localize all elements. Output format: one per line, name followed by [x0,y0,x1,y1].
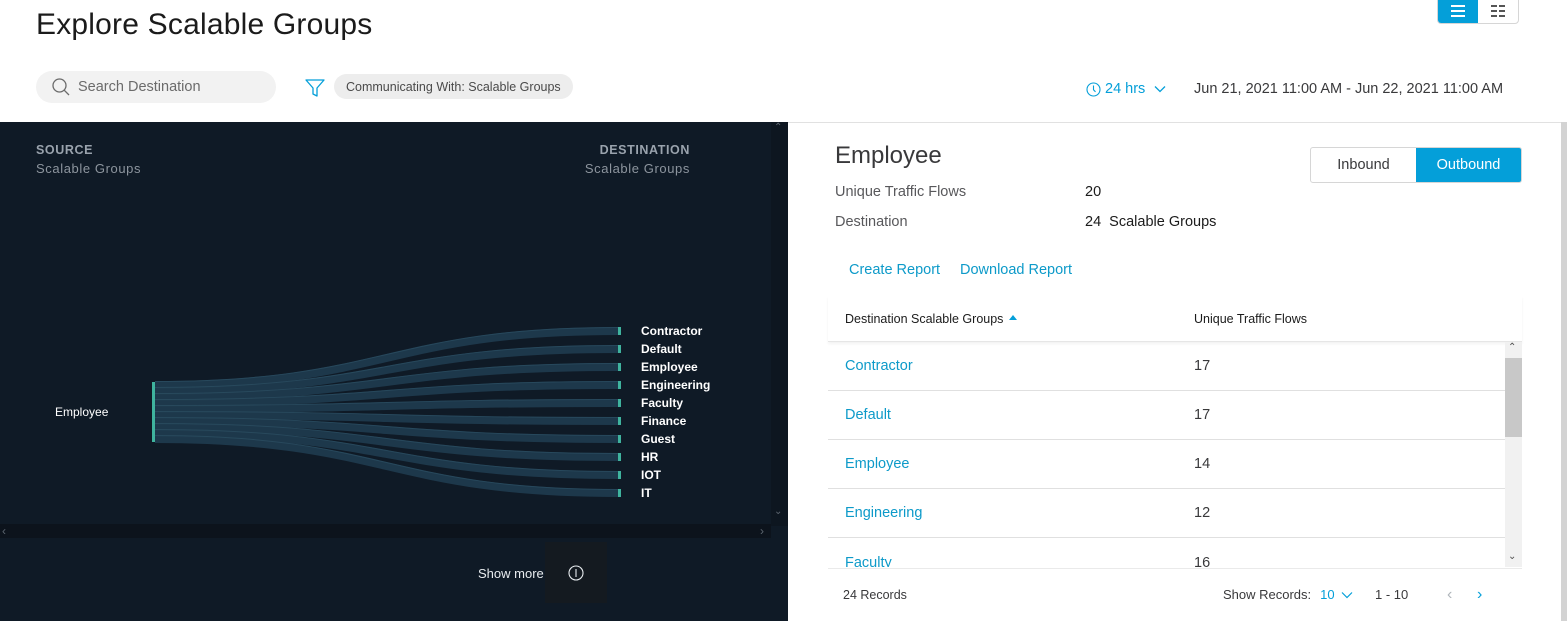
destination-node-label[interactable]: Finance [641,414,687,428]
table-scrollbar[interactable]: ⌃ ⌄ [1505,342,1522,567]
show-records-select[interactable]: Show Records: 10 [1223,587,1353,602]
detail-panel: Employee Unique Traffic Flows 20 Destina… [788,122,1567,621]
destination-node-label[interactable]: Employee [641,360,698,374]
show-records-label: Show Records: [1223,587,1312,602]
page-range: 1 - 10 [1375,587,1409,602]
show-records-value: 10 [1320,587,1335,602]
destination-node-label[interactable]: HR [641,450,659,464]
flow-link-it[interactable] [154,435,619,497]
destination-node-bar[interactable] [618,381,621,389]
grid-view-button[interactable] [1478,0,1518,23]
grid-view-icon [1491,5,1505,17]
inbound-button[interactable]: Inbound [1311,148,1416,182]
table-body: Contractor 17 Default 17 Employee 14 Eng… [828,342,1522,567]
filter-icon[interactable] [305,78,325,98]
search-box [36,71,276,103]
clock-icon [1086,81,1101,97]
scroll-right-icon[interactable]: › [760,524,764,538]
download-report-link[interactable]: Download Report [960,262,1072,278]
time-range-picker[interactable]: 24 hrs [1086,81,1166,97]
explore-scalable-groups-page: Explore Scalable Groups Communicating Wi… [0,0,1567,621]
info-button[interactable] [545,542,607,603]
destination-node-label[interactable]: Faculty [641,396,683,410]
destination-node-bar[interactable] [618,327,621,335]
list-view-icon [1451,5,1465,17]
column-header-destination-groups[interactable]: Destination Scalable Groups [828,312,1194,326]
group-link[interactable]: Employee [828,456,1194,472]
scroll-up-icon[interactable]: ⌃ [1508,342,1516,353]
destination-node-label[interactable]: IT [641,486,652,500]
flow-link-contractor[interactable] [154,327,619,389]
vertical-scrollbar[interactable]: ⌃ ⌄ [771,122,788,526]
info-icon [568,564,584,581]
unique-flows-value: 20 [1085,184,1102,200]
create-report-link[interactable]: Create Report [849,262,940,278]
table-row: Engineering 12 [828,489,1505,538]
table-row: Employee 14 [828,440,1505,489]
direction-toggle: Inbound Outbound [1310,147,1522,183]
destination-node-bar[interactable] [618,417,621,425]
time-picker-label: 24 hrs [1105,81,1146,97]
destination-node-bar[interactable] [618,345,621,353]
source-node-bar[interactable] [152,382,155,442]
show-more-link[interactable]: Show more [478,566,544,581]
destination-node-label[interactable]: Engineering [641,378,710,392]
destination-groups-table: Destination Scalable Groups Unique Traff… [828,296,1522,567]
flow-visualization-panel: SOURCE Scalable Groups DESTINATION Scala… [0,122,788,621]
group-link[interactable]: Contractor [828,358,1194,374]
list-view-button[interactable] [1438,0,1478,23]
destination-node-label[interactable]: IOT [641,468,662,482]
table-row: Contractor 17 [828,342,1505,391]
page-title: Explore Scalable Groups [36,8,373,41]
destination-node-bar[interactable] [618,489,621,497]
group-link[interactable]: Engineering [828,505,1194,521]
scroll-down-icon[interactable]: ⌄ [774,506,782,517]
next-page-icon[interactable]: › [1477,586,1482,604]
time-range-text: Jun 21, 2021 11:00 AM - Jun 22, 2021 11:… [1194,81,1504,97]
records-count: 24 Records [843,587,907,602]
table-row: Faculty 16 [828,538,1505,568]
sort-ascending-icon [1009,315,1018,320]
scroll-down-icon[interactable]: ⌄ [1508,551,1516,562]
table-header-row: Destination Scalable Groups Unique Traff… [828,296,1522,342]
flow-count: 16 [1194,554,1211,568]
destination-node-label[interactable]: Contractor [641,324,703,338]
view-toggle [1437,0,1519,24]
flow-count: 17 [1194,407,1211,423]
column-header-label: Destination Scalable Groups [845,311,1004,326]
detail-title: Employee [835,142,942,169]
chevron-down-icon [1341,591,1353,598]
search-destination-input[interactable] [78,79,258,95]
destination-label: Destination [835,214,908,230]
destination-node-bar[interactable] [618,399,621,407]
destination-node-bar[interactable] [618,435,621,443]
scroll-left-icon[interactable]: ‹ [2,524,6,538]
chevron-down-icon [1154,86,1166,93]
sankey-diagram: Employee Contractor Default Employee Enginee… [55,324,710,500]
table-footer: 24 Records Show Records: 10 1 - 10 ‹ › [828,568,1522,620]
page-scrollbar[interactable] [1561,122,1567,621]
search-icon [52,78,70,96]
flow-count: 17 [1194,358,1211,374]
group-link[interactable]: Default [828,407,1194,423]
destination-node-label[interactable]: Guest [641,432,675,446]
destination-value: 24 Scalable Groups [1085,214,1217,230]
filter-chip[interactable]: Communicating With: Scalable Groups [334,74,573,99]
scroll-up-icon[interactable]: ⌃ [774,122,782,133]
destination-node-bar[interactable] [618,363,621,371]
flow-count: 12 [1194,505,1211,521]
unique-flows-label: Unique Traffic Flows [835,184,967,200]
table-row: Default 17 [828,391,1505,440]
horizontal-scrollbar[interactable]: ‹ › [0,524,771,538]
destination-node-label[interactable]: Default [641,342,682,356]
destination-node-bar[interactable] [618,453,621,461]
flow-count: 14 [1194,456,1211,472]
destination-node-bar[interactable] [618,471,621,479]
previous-page-icon[interactable]: ‹ [1447,586,1452,604]
source-node-label[interactable]: Employee [55,405,109,419]
outbound-button[interactable]: Outbound [1416,148,1521,182]
scrollbar-thumb[interactable] [1505,358,1522,437]
group-link[interactable]: Faculty [828,555,1194,568]
column-header-unique-flows[interactable]: Unique Traffic Flows [1194,312,1307,326]
